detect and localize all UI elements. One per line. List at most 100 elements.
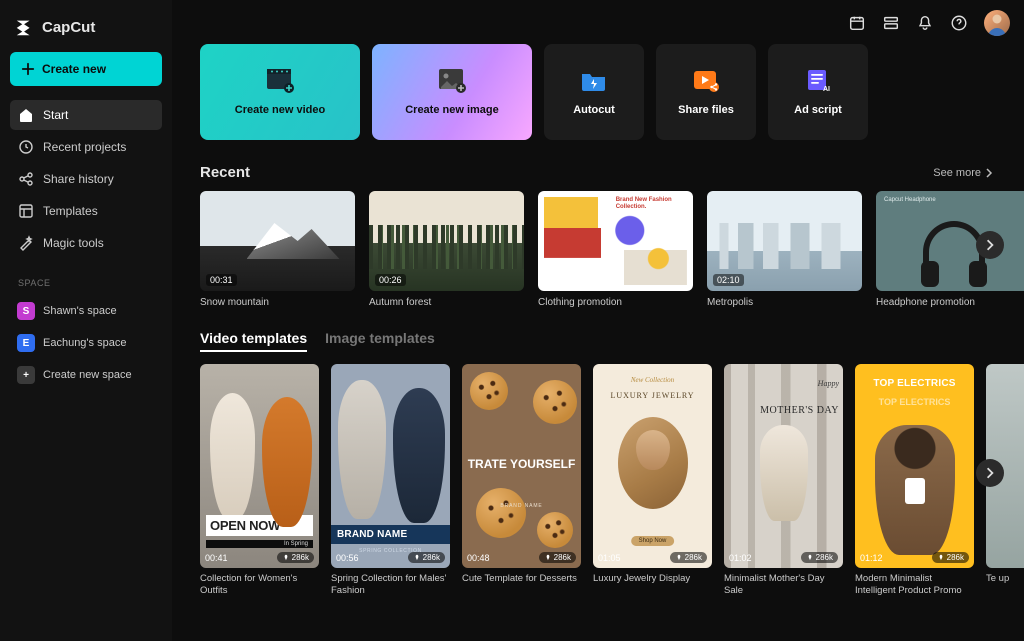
space-item[interactable]: SShawn's space (10, 296, 162, 326)
main-panel: Create new video Create new image Autocut S… (172, 0, 1024, 641)
template-thumbnail: TRATE YOURSELFBRAND NAME00:48286k (462, 364, 581, 568)
recent-title: Snow mountain (200, 297, 355, 308)
help-icon[interactable] (950, 14, 968, 32)
template-thumbnail: HappyMOTHER'S DAY01:02286k (724, 364, 843, 568)
see-more-recent[interactable]: See more (933, 167, 994, 179)
recent-carousel-next[interactable] (976, 231, 1004, 259)
space-item[interactable]: EEachung's space (10, 328, 162, 358)
svg-text:AI: AI (823, 86, 830, 93)
space-badge: S (17, 302, 35, 320)
template-card[interactable]: OPEN NOWIn Spring00:41286kCollection for… (200, 364, 319, 598)
brand-logo[interactable]: CapCut (10, 12, 162, 52)
recent-thumbnail: 02:10 (707, 191, 862, 291)
likes-badge: 286k (932, 552, 969, 563)
template-title: Cute Template for Desserts (462, 573, 581, 585)
layers-icon[interactable] (882, 14, 900, 32)
duration-badge: 02:10 (713, 274, 744, 286)
likes-badge: 286k (670, 552, 707, 563)
film-icon (266, 68, 294, 94)
sidebar-item-share-history[interactable]: Share history (10, 164, 162, 194)
share-icon (18, 171, 34, 187)
tile-video[interactable]: Create new video (200, 44, 360, 140)
tab-video-templates[interactable]: Video templates (200, 330, 307, 352)
sidebar: CapCut Create new Start Recent projects Sh… (0, 0, 172, 641)
likes-badge: 286k (277, 552, 314, 563)
action-tiles-row: Create new video Create new image Autocut S… (200, 44, 1024, 140)
section-title-recent: Recent (200, 164, 250, 181)
tile-label: Ad script (794, 104, 842, 116)
tile-label: Create new image (405, 104, 499, 116)
folder-bolt-icon (580, 68, 608, 94)
plus-icon: + (17, 366, 35, 384)
tile-share[interactable]: Share files (656, 44, 756, 140)
recent-card[interactable]: 00:31 Snow mountain (200, 191, 355, 308)
likes-badge: 286k (539, 552, 576, 563)
template-card[interactable]: New CollectionLUXURY JEWELRYShop Now01:0… (593, 364, 712, 598)
space-badge: E (17, 334, 35, 352)
recent-card[interactable]: Brand New Fashion Collection. Clothing pr… (538, 191, 693, 308)
recent-thumbnail: 00:31 (200, 191, 355, 291)
sidebar-item-templates[interactable]: Templates (10, 196, 162, 226)
template-card[interactable]: TRATE YOURSELFBRAND NAME00:48286k Cute Te… (462, 364, 581, 598)
template-card[interactable]: HappyMOTHER'S DAY01:02286k Minimalist Mot… (724, 364, 843, 598)
template-thumbnail: BRAND NAMESPRING COLLECTION00:56286k (331, 364, 450, 568)
recent-title: Metropolis (707, 297, 862, 308)
sidebar-item-label: Magic tools (43, 236, 104, 250)
template-card[interactable]: BRAND NAMESPRING COLLECTION00:56286k Spri… (331, 364, 450, 598)
user-avatar[interactable] (984, 10, 1010, 36)
create-new-button[interactable]: Create new (10, 52, 162, 86)
sidebar-item-recent-projects[interactable]: Recent projects (10, 132, 162, 162)
tile-label: Create new video (235, 104, 325, 116)
template-title: Minimalist Mother's Day Sale (724, 573, 843, 598)
recent-title: Clothing promotion (538, 297, 693, 308)
tile-label: Share files (678, 104, 734, 116)
sidebar-item-label: Share history (43, 172, 114, 186)
sidebar-item-label: Start (43, 108, 68, 122)
recent-card[interactable]: 00:26 Autumn forest (369, 191, 524, 308)
home-icon (18, 107, 34, 123)
magic-icon (18, 235, 34, 251)
template-card[interactable]: TOP ELECTRICSTOP ELECTRICS01:12286kModer… (855, 364, 974, 598)
recent-thumbnail: 00:26 (369, 191, 524, 291)
tile-label: Autocut (573, 104, 615, 116)
tab-image-templates[interactable]: Image templates (325, 330, 435, 352)
template-title: Modern Minimalist Intelligent Product Pr… (855, 573, 974, 598)
plus-icon (20, 61, 36, 77)
recent-row: 00:31 Snow mountain 00:26 Autumn forest Bran… (200, 191, 1024, 308)
play-share-icon (692, 68, 720, 94)
recent-card[interactable]: 02:10 Metropolis (707, 191, 862, 308)
create-new-space[interactable]: + Create new space (10, 360, 162, 390)
template-thumbnail: OPEN NOWIn Spring00:41286k (200, 364, 319, 568)
templates-row: OPEN NOWIn Spring00:41286kCollection for… (200, 364, 1024, 598)
brand-name: CapCut (42, 19, 95, 36)
picture-icon (438, 68, 466, 94)
recent-title: Headphone promotion (876, 297, 1024, 308)
tile-adscript[interactable]: AI Ad script (768, 44, 868, 140)
tile-image[interactable]: Create new image (372, 44, 532, 140)
duration-badge: 00:41 (205, 553, 228, 563)
recent-title: Autumn forest (369, 297, 524, 308)
template-title: Collection for Women's Outfits (200, 573, 319, 598)
doc-ai-icon: AI (804, 68, 832, 94)
clock-icon (18, 139, 34, 155)
bell-icon[interactable] (916, 14, 934, 32)
template-icon (18, 203, 34, 219)
space-header: SPACE (18, 278, 154, 288)
template-title: Luxury Jewelry Display (593, 573, 712, 585)
sidebar-item-magic-tools[interactable]: Magic tools (10, 228, 162, 258)
templates-carousel-next[interactable] (976, 459, 1004, 487)
template-thumbnail: New CollectionLUXURY JEWELRYShop Now01:0… (593, 364, 712, 568)
duration-badge: 00:56 (336, 553, 359, 563)
sidebar-item-start[interactable]: Start (10, 100, 162, 130)
tabs-row: Video templates Image templates (200, 330, 1024, 352)
calendar-icon[interactable] (848, 14, 866, 32)
likes-badge: 286k (801, 552, 838, 563)
template-title: Te up (986, 573, 1024, 585)
duration-badge: 01:12 (860, 553, 883, 563)
recent-thumbnail: Brand New Fashion Collection. (538, 191, 693, 291)
duration-badge: 01:05 (598, 553, 621, 563)
sidebar-item-label: Templates (43, 204, 98, 218)
tile-autocut[interactable]: Autocut (544, 44, 644, 140)
template-title: Spring Collection for Males' Fashion (331, 573, 450, 598)
duration-badge: 00:31 (206, 274, 237, 286)
